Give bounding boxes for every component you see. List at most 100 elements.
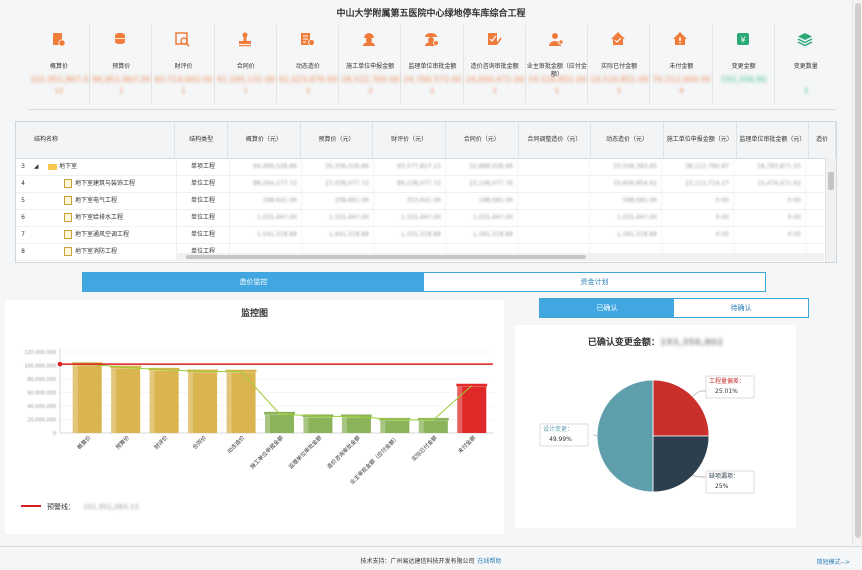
grid-col-header[interactable]: 预算价（元） <box>301 122 374 158</box>
kpi-label: 动态造价 <box>295 63 320 70</box>
kpi-count[interactable]: 1 <box>526 87 588 95</box>
table-row[interactable]: 7 地下室通风空调工程 单位工程 1,541,318.89 1,441,318.89 1,… <box>16 226 824 244</box>
bar-highlight <box>303 416 309 433</box>
amount-cell: 23,112,714.27 <box>662 175 734 192</box>
structure-type: 单位工程 <box>177 175 230 192</box>
kpi-label: 施工单位申报金额 <box>346 63 395 70</box>
amount-cell: 188,081.00 <box>446 192 518 209</box>
tab-fund-plan[interactable]: 资金计划 <box>424 273 765 291</box>
grid-col-header[interactable]: 动态造价（元） <box>591 122 664 158</box>
kpi-value: 70,212,000.00 <box>652 75 711 84</box>
pie-slice-label: 缺项漏项： <box>709 472 739 480</box>
pie-leader-line <box>593 434 598 437</box>
kpi-0[interactable]: 概算价 101,951,867.00 12 <box>28 25 91 103</box>
pie-slice[interactable] <box>652 435 710 493</box>
x-tick-label: 监理单位审批金额 <box>287 433 324 470</box>
footer-divider <box>0 546 862 547</box>
kpi-count[interactable]: 2 <box>464 87 526 95</box>
kpi-count[interactable]: 1 <box>215 87 277 95</box>
amount-cell: 1,055,467.00 <box>446 209 518 226</box>
kpi-value: 91,195,131.00 <box>216 75 275 84</box>
pie-slice[interactable] <box>596 379 654 493</box>
kpi-count[interactable]: 3 <box>277 87 339 95</box>
page-scrollbar[interactable] <box>852 0 862 545</box>
divider <box>28 109 836 110</box>
tab-confirmed[interactable]: 已确认 <box>540 299 674 317</box>
pie-slice[interactable] <box>652 379 710 437</box>
bar-highlight <box>149 369 155 433</box>
table-row[interactable]: 6 地下室给排水工程 单位工程 1,055,467.00 1,155,467.00 1,1… <box>16 209 824 227</box>
kpi-8[interactable]: 业主审批金额（应付金额） 19,516,851.00 1 <box>526 25 589 103</box>
grid-col-header[interactable]: 合同调整造价（元） <box>519 122 592 158</box>
kpi-count[interactable]: 2 <box>401 87 463 95</box>
kpi-12[interactable]: 变更数量 3 <box>775 25 836 103</box>
row-number: 3 <box>21 163 25 170</box>
amount-cell: 15,474,471.62 <box>734 175 806 192</box>
grid-col-header[interactable]: 造价 <box>809 122 837 158</box>
bar-highlight <box>457 385 463 433</box>
kpi-6[interactable]: 监理单位审批金额 24,700,573.00 2 <box>401 25 464 103</box>
kpi-2[interactable]: 财评价 93,714,663.00 1 <box>152 25 215 103</box>
table-row[interactable]: 5 地下室电气工程 单位工程 298,641.00 258,661.00 353,641.… <box>16 192 824 210</box>
tab-pending[interactable]: 待确认 <box>674 299 808 317</box>
kpi-count[interactable]: 1 <box>90 87 152 95</box>
kpi-count[interactable]: 1 <box>152 87 214 95</box>
amount-cell: 1,155,467.00 <box>374 209 446 226</box>
grid-name-cell: 4 地下室建筑与装饰工程 <box>16 175 177 192</box>
amount-cell: 1,341,318.89 <box>590 226 662 243</box>
kpi-value: 24,700,573.00 <box>403 75 462 84</box>
amount-cell <box>518 192 590 209</box>
table-row[interactable]: 3 ◢ 地下室 单项工程 94,499,528.89 35,336,026.89 93,5… <box>16 158 824 176</box>
help-link[interactable]: 在线帮助 <box>478 558 502 565</box>
simple-mode-link[interactable]: 简短模式--> <box>817 557 850 566</box>
kpi-3[interactable]: 合同价 91,195,131.00 1 <box>215 25 277 103</box>
page-title: 中山大学附属第五医院中心绿地停车库综合工程 <box>336 9 526 19</box>
x-tick-label: 动态造价 <box>225 433 247 455</box>
house-alert-icon <box>673 32 688 45</box>
kpi-value: 28,522,700.00 <box>341 75 400 84</box>
kpi-count[interactable]: 4 <box>650 87 712 95</box>
grid-col-header[interactable]: 结构类型 <box>175 122 229 158</box>
kpi-5[interactable]: 施工单位申报金额 28,522,700.00 3 <box>339 25 402 103</box>
amount-cell: 1,341,318.89 <box>446 226 518 243</box>
stamp-icon <box>238 32 251 47</box>
kpi-count[interactable]: 12 <box>28 87 90 95</box>
amount-cell: 0.00 <box>662 192 734 209</box>
grid-col-header[interactable]: 财评价（元） <box>373 122 446 158</box>
table-row[interactable]: 4 地下室建筑与装饰工程 单位工程 88,264,277.72 27,038,077.7… <box>16 175 824 193</box>
grid-col-header[interactable]: 结构名称 <box>16 122 176 158</box>
kpi-11[interactable]: ¥ 变更金额 193,356,80 <box>713 25 775 103</box>
tab-cost-monitor[interactable]: 造价监控 <box>83 273 424 291</box>
kpi-10[interactable]: 未付金额 70,212,000.00 4 <box>650 25 713 103</box>
grid-col-header[interactable]: 监理单位审批金额（元） <box>737 122 810 158</box>
kpi-7[interactable]: 造价咨询审批金额 24,650,471.00 2 <box>464 25 526 103</box>
structure-name: 地下室消防工程 <box>75 248 118 255</box>
trend-line <box>87 363 473 421</box>
grid-name-cell: 5 地下室电气工程 <box>16 192 177 209</box>
grid-vertical-scrollbar[interactable] <box>825 158 836 262</box>
kpi-count[interactable]: 1 <box>588 87 650 95</box>
kpi-count[interactable]: 3 <box>775 87 837 95</box>
amount-cell: 38,112,760.87 <box>662 158 734 175</box>
grid-col-header[interactable]: 概算价（元） <box>228 122 301 158</box>
structure-type: 单项工程 <box>177 158 230 175</box>
kpi-summary-row: 概算价 101,951,867.00 12 预算价 96,951,867.00 1 财评价 9… <box>28 25 836 103</box>
y-tick-label: 100,000,000 <box>24 364 56 370</box>
x-tick-label: 合同价 <box>191 433 209 451</box>
expand-arrow-icon[interactable]: ◢ <box>30 158 48 175</box>
structure-type: 单位工程 <box>177 226 230 243</box>
x-tick-label: 概算价 <box>75 433 93 451</box>
ledger-icon <box>300 33 315 46</box>
grid-col-header[interactable]: 施工单位申报金额（元） <box>664 122 737 158</box>
kpi-1[interactable]: 预算价 96,951,867.00 1 <box>90 25 153 103</box>
kpi-count[interactable]: 3 <box>339 87 401 95</box>
grid-name-cell: 7 地下室通风空调工程 <box>16 226 177 243</box>
grid-horizontal-scrollbar[interactable] <box>176 253 824 261</box>
kpi-4[interactable]: 动态造价 91,023,876.00 3 <box>277 25 340 103</box>
amount-cell: 258,661.00 <box>302 192 374 209</box>
structure-type: 单位工程 <box>177 192 230 209</box>
kpi-9[interactable]: 实际已付金额 19,516,851.00 1 <box>588 25 651 103</box>
pie-leader-line <box>692 390 707 397</box>
amount-cell: 88,264,277.72 <box>230 175 302 192</box>
grid-col-header[interactable]: 合同价（元） <box>446 122 519 158</box>
